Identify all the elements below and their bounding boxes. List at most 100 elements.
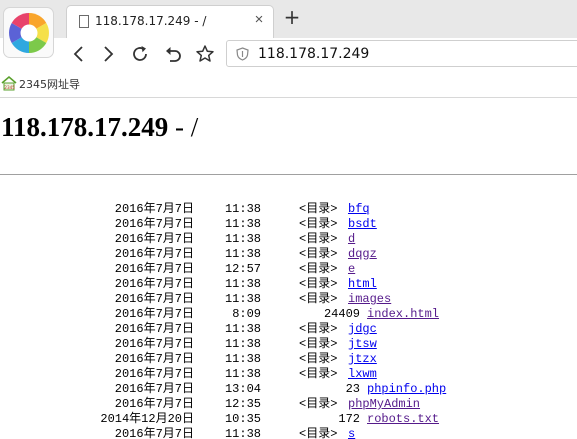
entry-link[interactable]: index.html: [367, 307, 439, 322]
address-bar[interactable]: 118.178.17.249: [226, 40, 577, 67]
entry-link[interactable]: s: [348, 427, 355, 439]
entry-date: 2016年7月7日: [114, 367, 194, 381]
entry-link[interactable]: jdgc: [348, 322, 377, 337]
list-item: 2016年7月7日 11:38 <目录> html: [0, 277, 577, 292]
entry-date: 2016年7月7日: [114, 202, 194, 216]
entry-time: 13:04: [224, 382, 261, 396]
browser-tab[interactable]: 118.178.17.249 - / ×: [66, 5, 274, 39]
entry-dir-label: <目录>: [299, 277, 338, 291]
entry-time: 11:38: [224, 247, 261, 261]
browser-logo-icon[interactable]: [3, 7, 54, 58]
entry-date: 2016年7月7日: [114, 352, 194, 366]
list-item: 2016年7月7日 11:38 <目录> dqgz: [0, 247, 577, 262]
entry-dir-label: <目录>: [299, 292, 338, 306]
back-arrow-icon[interactable]: [68, 43, 90, 65]
list-item: 2016年7月7日 11:38 <目录> s: [0, 427, 577, 439]
tab-close-icon[interactable]: ×: [252, 12, 266, 28]
entry-time: 11:38: [224, 217, 261, 231]
entry-time: 11:38: [224, 292, 261, 306]
entry-date: 2016年7月7日: [114, 247, 194, 261]
entry-time: 11:38: [224, 232, 261, 246]
entry-time: 11:38: [224, 337, 261, 351]
entry-date: 2016年7月7日: [114, 262, 194, 276]
entry-date: 2016年7月7日: [114, 307, 194, 321]
entry-link[interactable]: bsdt: [348, 217, 377, 232]
home-2345-icon[interactable]: 2345: [1, 75, 17, 91]
page-title-path: - /: [168, 112, 199, 142]
entry-date: 2016年7月7日: [114, 292, 194, 306]
entry-time: 11:38: [224, 367, 261, 381]
entry-link[interactable]: e: [348, 262, 355, 277]
entry-time: 11:38: [224, 322, 261, 336]
entry-size: 23: [345, 382, 360, 396]
list-item: 2016年7月7日 13:04 23 phpinfo.php: [0, 382, 577, 397]
entry-dir-label: <目录>: [299, 322, 338, 336]
list-item: 2016年7月7日 11:38 <目录> bfq: [0, 202, 577, 217]
entry-dir-label: <目录>: [299, 217, 338, 231]
entry-link[interactable]: phpMyAdmin: [348, 397, 420, 412]
list-item: 2016年7月7日 11:38 <目录> d: [0, 232, 577, 247]
entry-date: 2016年7月7日: [114, 427, 194, 439]
forward-arrow-icon[interactable]: [97, 43, 119, 65]
list-item: 2016年7月7日 11:38 <目录> jdgc: [0, 322, 577, 337]
list-item: 2016年7月7日 8:09 24409 index.html: [0, 307, 577, 322]
entry-date: 2016年7月7日: [114, 322, 194, 336]
entry-time: 12:57: [224, 262, 261, 276]
entry-time: 11:38: [224, 277, 261, 291]
entry-date: 2016年7月7日: [114, 217, 194, 231]
entry-dir-label: <目录>: [299, 427, 338, 439]
entry-dir-label: <目录>: [299, 337, 338, 351]
list-item: 2016年7月7日 11:38 <目录> bsdt: [0, 217, 577, 232]
list-item: 2016年7月7日 12:35 <目录> phpMyAdmin: [0, 397, 577, 412]
entry-link[interactable]: phpinfo.php: [367, 382, 446, 397]
entry-dir-label: <目录>: [299, 232, 338, 246]
address-url[interactable]: 118.178.17.249: [258, 46, 369, 62]
page-title: 118.178.17.249 - /: [1, 111, 198, 143]
entry-dir-label: <目录>: [299, 367, 338, 381]
entry-link[interactable]: jtzx: [348, 352, 377, 367]
entry-time: 11:38: [224, 202, 261, 216]
bookmark-icon-text: 2345: [4, 85, 15, 90]
entry-date: 2016年7月7日: [114, 382, 194, 396]
entry-time: 11:38: [224, 352, 261, 366]
entry-dir-label: <目录>: [299, 262, 338, 276]
entry-link[interactable]: images: [348, 292, 391, 307]
reload-icon[interactable]: [129, 43, 151, 65]
entry-dir-label: <目录>: [299, 247, 338, 261]
entry-time: 12:35: [224, 397, 261, 411]
entry-link[interactable]: robots.txt: [367, 412, 439, 427]
page-title-host: 118.178.17.249: [1, 112, 169, 142]
list-item: 2016年7月7日 11:38 <目录> jtzx: [0, 352, 577, 367]
list-item: 2016年7月7日 12:57 <目录> e: [0, 262, 577, 277]
entry-time: 10:35: [224, 412, 261, 426]
list-item: 2016年7月7日 11:38 <目录> lxwm: [0, 367, 577, 382]
list-item: 2016年7月7日 11:38 <目录> images: [0, 292, 577, 307]
star-bookmark-icon[interactable]: [194, 43, 216, 65]
entry-link[interactable]: html: [348, 277, 377, 292]
entry-time: 11:38: [224, 427, 261, 439]
entry-size: 172: [338, 412, 360, 426]
tab-title: 118.178.17.249 - /: [95, 14, 207, 28]
bookmark-2345[interactable]: 2345网址导: [19, 76, 80, 92]
entry-date: 2014年12月20日: [100, 412, 194, 426]
undo-icon[interactable]: [162, 43, 184, 65]
new-tab-button[interactable]: +: [283, 7, 301, 27]
shield-icon[interactable]: [236, 47, 249, 66]
entry-time: 8:09: [232, 307, 261, 321]
entry-link[interactable]: dqgz: [348, 247, 377, 262]
bookmarks-bar: 2345 2345网址导: [0, 70, 577, 98]
entry-date: 2016年7月7日: [114, 337, 194, 351]
tab-strip: 118.178.17.249 - / × +: [0, 0, 577, 39]
entry-link[interactable]: bfq: [348, 202, 370, 217]
entry-link[interactable]: lxwm: [348, 367, 377, 382]
entry-dir-label: <目录>: [299, 202, 338, 216]
entry-size: 24409: [323, 307, 360, 321]
page-icon: [79, 15, 89, 28]
directory-listing: 2016年7月7日 11:38 <目录> bfq 2016年7月7日 11:38 <目录> b…: [0, 202, 577, 439]
toolbar: 118.178.17.249: [0, 38, 577, 70]
entry-link[interactable]: jtsw: [348, 337, 377, 352]
entry-date: 2016年7月7日: [114, 397, 194, 411]
list-item: 2014年12月20日 10:35 172 robots.txt: [0, 412, 577, 427]
divider: [0, 174, 577, 175]
entry-link[interactable]: d: [348, 232, 355, 247]
